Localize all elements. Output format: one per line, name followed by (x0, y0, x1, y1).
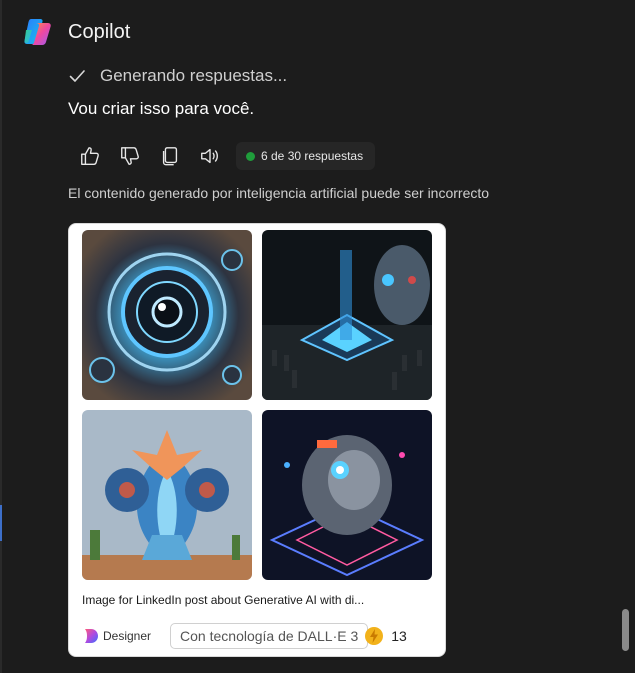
boost-count: 13 (391, 628, 407, 644)
window-edge (0, 0, 2, 673)
status-dot-icon (246, 151, 255, 161)
generated-image-4[interactable] (262, 410, 432, 580)
powered-by-badge: Con tecnología de DALL·E 3 (170, 623, 369, 649)
message-actions: 6 de 30 respuestas (72, 140, 376, 172)
ai-disclaimer: El contenido generado por inteligencia a… (68, 185, 490, 201)
thumbs-up-icon (81, 147, 99, 165)
designer-label[interactable]: Designer (103, 629, 151, 643)
copy-icon (162, 147, 178, 166)
response-counter-label: 6 de 30 respuestas (261, 149, 364, 163)
copy-button[interactable] (152, 140, 188, 172)
image-result-card: Image for LinkedIn post about Generative… (68, 223, 446, 657)
speaker-icon (201, 148, 218, 164)
robot-head-image (262, 410, 432, 580)
circuit-eye-image (82, 230, 252, 400)
dislike-button[interactable] (112, 140, 148, 172)
read-aloud-button[interactable] (192, 140, 228, 172)
image-caption[interactable]: Image for LinkedIn post about Generative… (82, 593, 432, 607)
scrollbar-thumb[interactable] (622, 609, 629, 651)
boost-icon (365, 627, 384, 645)
thumbs-down-icon (121, 147, 139, 165)
ai-face-crowd-image (262, 230, 432, 400)
generated-image-3[interactable] (82, 410, 252, 580)
edge-marker (0, 505, 2, 541)
status-text: Generando respuestas... (100, 66, 288, 85)
flower-room-image (82, 410, 252, 580)
response-counter: 6 de 30 respuestas (236, 142, 376, 170)
card-footer: Designer Con tecnología de DALL·E 3 13 (82, 622, 432, 650)
assistant-message: Vou criar isso para você. (68, 99, 255, 118)
like-button[interactable] (72, 140, 108, 172)
check-icon (69, 70, 85, 82)
designer-logo-icon (85, 629, 98, 643)
copilot-logo-icon (24, 19, 51, 45)
generation-status: Generando respuestas... (68, 66, 287, 86)
generated-image-1[interactable] (82, 230, 252, 400)
app-title: Copilot (68, 20, 131, 43)
generated-image-2[interactable] (262, 230, 432, 400)
header: Copilot (22, 16, 130, 48)
